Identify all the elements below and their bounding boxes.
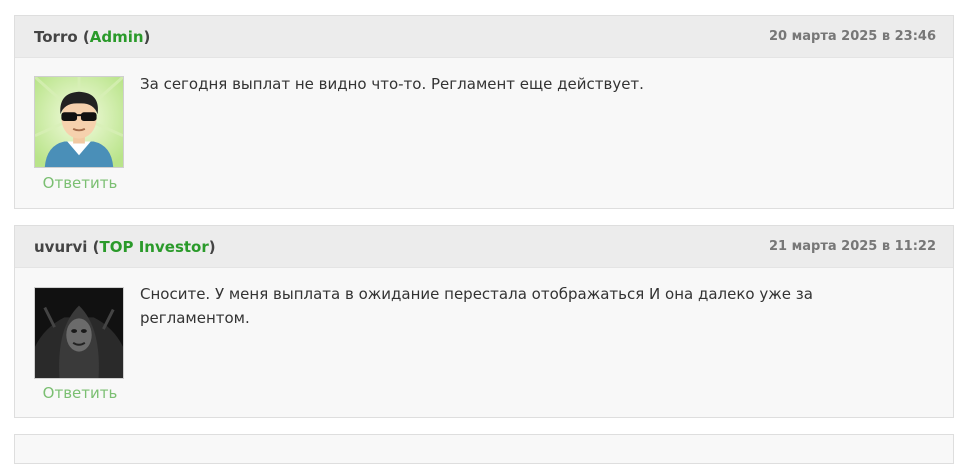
author-role: TOP Investor	[99, 238, 209, 256]
comment-header: uvurvi (TOP Investor) 21 марта 2025 в 11…	[15, 226, 953, 268]
cartoon-man-sunglasses-icon	[35, 77, 123, 167]
comment-header: Torro (Admin) 20 марта 2025 в 23:46	[15, 16, 953, 58]
author-role: Admin	[89, 28, 144, 46]
comment-author: uvurvi (TOP Investor)	[34, 238, 216, 256]
dark-hooded-figure-icon	[35, 288, 123, 378]
comment-date: 20 марта 2025 в 23:46	[769, 29, 936, 44]
author-name[interactable]: Torro	[34, 28, 78, 46]
comment-author: Torro (Admin)	[34, 28, 151, 46]
avatar	[34, 76, 124, 168]
reply-link[interactable]: Ответить	[34, 174, 126, 192]
comment-text: Сносите. У меня выплата в ожидание перес…	[140, 285, 813, 327]
comment-text: За сегодня выплат не видно что-то. Регла…	[140, 75, 644, 93]
reply-link[interactable]: Ответить	[34, 384, 126, 402]
comment-date: 21 марта 2025 в 11:22	[769, 239, 936, 254]
author-name[interactable]: uvurvi	[34, 238, 87, 256]
comment-card-partial	[14, 434, 954, 464]
comment-card: uvurvi (TOP Investor) 21 марта 2025 в 11…	[14, 225, 954, 418]
comment-card: Torro (Admin) 20 марта 2025 в 23:46 Отве…	[14, 15, 954, 209]
avatar	[34, 287, 124, 379]
